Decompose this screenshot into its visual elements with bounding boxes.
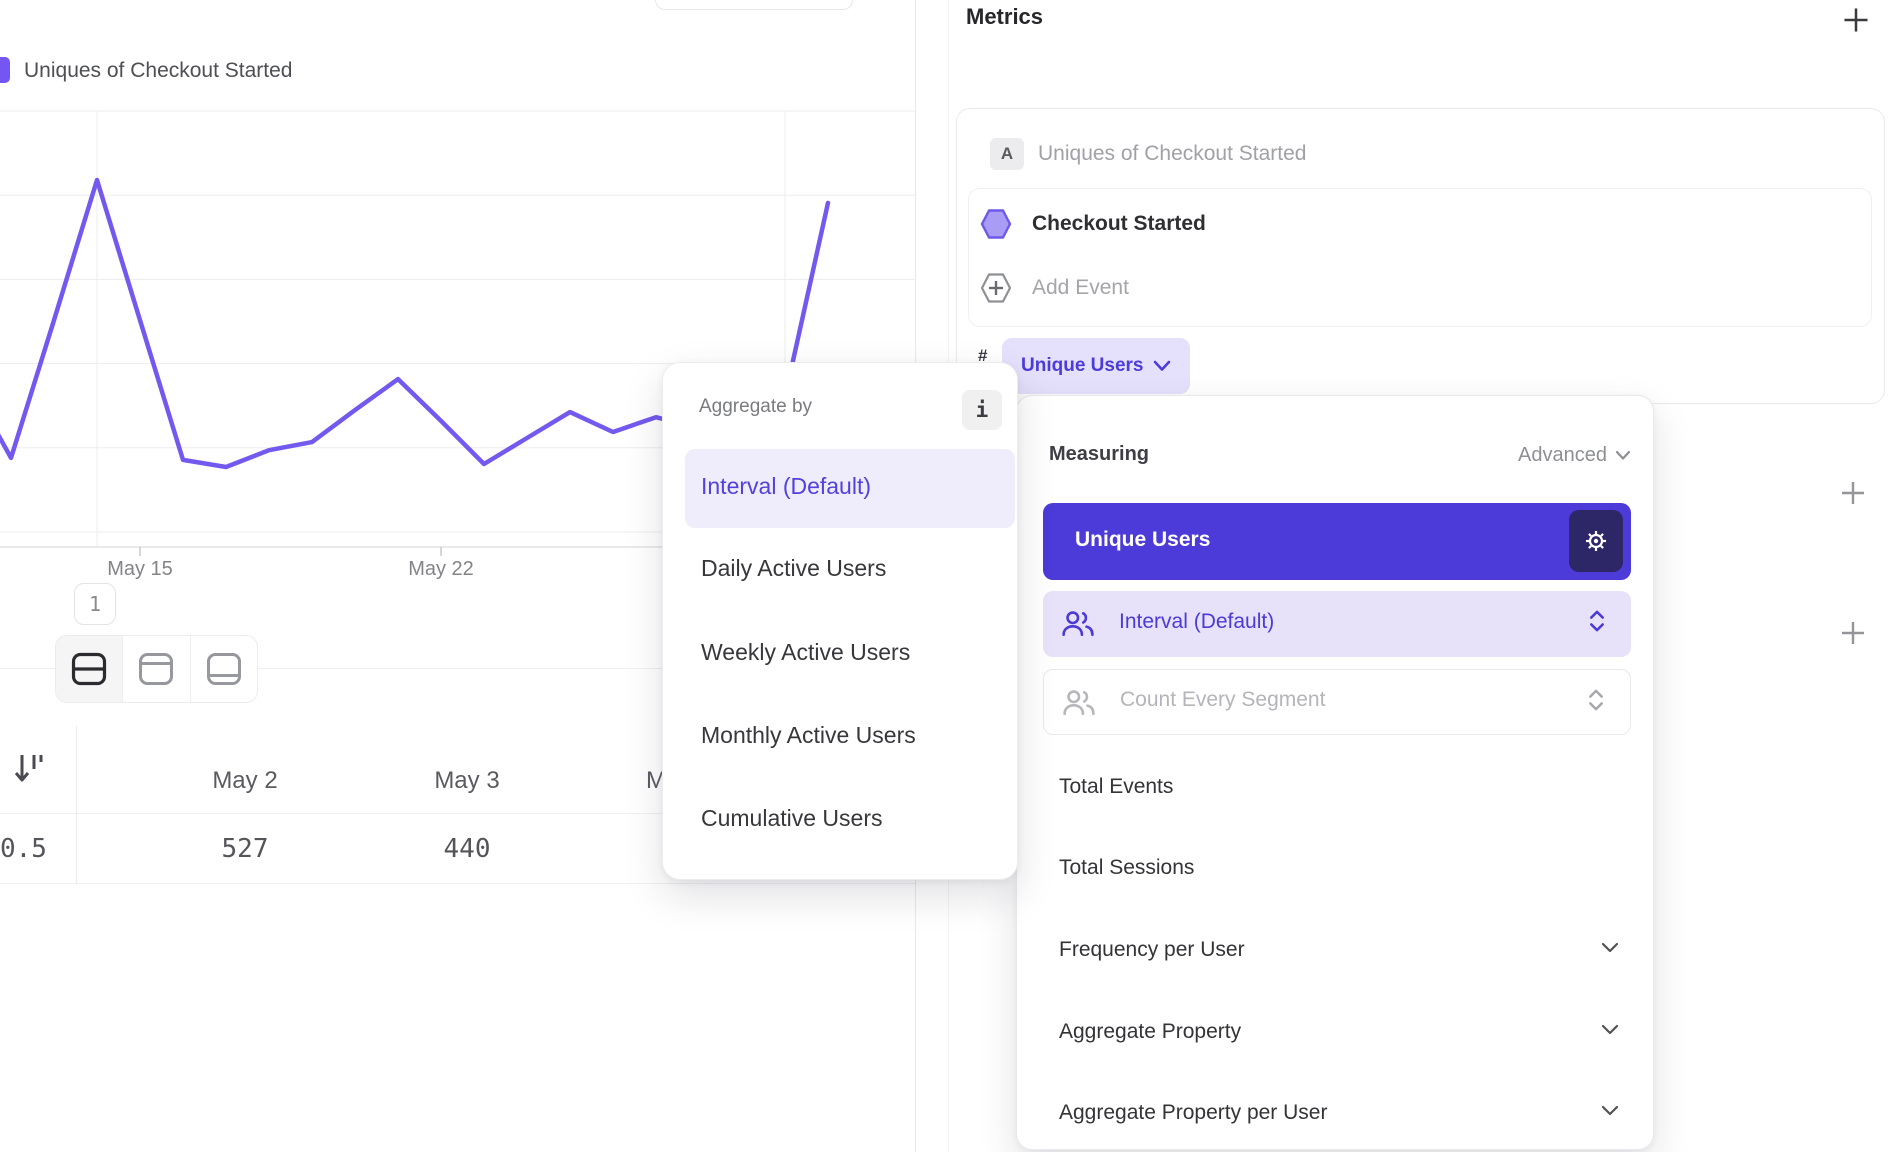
measuring-menu-title: Measuring (1049, 443, 1149, 466)
menu-item-aggregate-property[interactable]: Aggregate Property (1059, 1017, 1241, 1047)
table-cell: 440 (377, 832, 557, 866)
users-icon (1061, 609, 1095, 637)
top-panel-icon (137, 651, 175, 687)
add-breakdown-button[interactable] (1840, 620, 1866, 646)
layout-chart-only-button[interactable] (123, 636, 190, 702)
info-button[interactable]: i (962, 390, 1002, 430)
table-header-may3[interactable]: May 3 (377, 766, 557, 796)
analytics-screen: Uniques of Checkout Started May 15 May 22… (0, 0, 1898, 1152)
event-card (968, 188, 1872, 327)
users-icon (1062, 688, 1096, 716)
add-event-icon (980, 271, 1012, 305)
metrics-panel-title: Metrics (966, 4, 1043, 30)
menu-item-frequency-per-user[interactable]: Frequency per User (1059, 935, 1245, 965)
unfold-icon (1589, 609, 1605, 633)
svg-text:May 15: May 15 (107, 558, 173, 580)
chevron-down-icon (1601, 1024, 1619, 1036)
segment-option-label: Count Every Segment (1120, 688, 1325, 712)
menu-item-total-sessions[interactable]: Total Sessions (1059, 853, 1194, 883)
chevron-down-icon (1601, 942, 1619, 954)
layout-toggle-group (55, 635, 258, 703)
menu-item-monthly-active-users[interactable]: Monthly Active Users (701, 720, 916, 750)
page-number-badge[interactable]: 1 (74, 583, 116, 625)
chevron-down-icon[interactable] (1615, 450, 1631, 461)
split-horizontal-icon (70, 651, 108, 687)
measure-chip[interactable]: Unique Users (1002, 338, 1190, 394)
chevron-down-icon (1153, 360, 1171, 372)
table-row-border (0, 883, 915, 884)
settings-button[interactable] (1569, 510, 1623, 572)
add-filter-button[interactable] (1840, 480, 1866, 506)
metric-letter-badge: A (990, 138, 1024, 170)
gear-icon (1582, 527, 1610, 555)
selected-item-label: Interval (Default) (701, 473, 871, 500)
measuring-selected-label: Unique Users (1075, 528, 1210, 552)
measuring-menu: Measuring Advanced Unique Users (1016, 395, 1654, 1150)
svg-text:May 22: May 22 (408, 558, 474, 580)
aggregate-menu-title: Aggregate by (699, 396, 812, 418)
menu-item-aggregate-property-per-user[interactable]: Aggregate Property per User (1059, 1098, 1327, 1128)
interval-option[interactable]: Interval (Default) (1043, 591, 1631, 657)
advanced-toggle[interactable]: Advanced (1518, 444, 1607, 467)
table-header-may2[interactable]: May 2 (155, 766, 335, 796)
unfold-icon (1588, 688, 1604, 712)
menu-item-cumulative-users[interactable]: Cumulative Users (701, 803, 883, 833)
menu-item-interval-default[interactable]: Interval (Default) (685, 449, 1015, 528)
metric-title[interactable]: Uniques of Checkout Started (1038, 142, 1307, 166)
menu-item-total-events[interactable]: Total Events (1059, 772, 1173, 802)
menu-item-daily-active-users[interactable]: Daily Active Users (701, 553, 886, 583)
layout-split-button[interactable] (56, 636, 123, 702)
interval-option-label: Interval (Default) (1119, 610, 1274, 634)
table-row-label: 0.5 (0, 832, 58, 866)
aggregate-by-menu: Aggregate by i Interval (Default) Daily … (662, 362, 1018, 880)
bottom-panel-icon (205, 651, 243, 687)
measure-chip-label: Unique Users (1021, 355, 1143, 377)
menu-item-weekly-active-users[interactable]: Weekly Active Users (701, 637, 910, 667)
count-every-segment-option[interactable]: Count Every Segment (1043, 669, 1631, 735)
measuring-selected-option[interactable]: Unique Users (1043, 503, 1631, 580)
layout-table-only-button[interactable] (191, 636, 257, 702)
sort-descending-icon[interactable] (14, 750, 46, 788)
event-hexagon-icon (980, 207, 1012, 241)
table-column-separator (76, 726, 77, 885)
add-event-button[interactable]: Add Event (1032, 276, 1129, 300)
table-cell: 527 (155, 832, 335, 866)
event-name[interactable]: Checkout Started (1032, 212, 1206, 236)
add-metric-button[interactable] (1841, 5, 1871, 35)
chevron-down-icon (1601, 1105, 1619, 1117)
